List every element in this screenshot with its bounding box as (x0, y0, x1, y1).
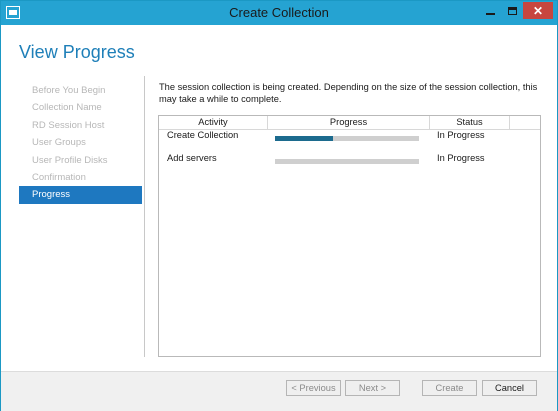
column-header-progress[interactable]: Progress (268, 116, 430, 129)
nav-item-confirmation[interactable]: Confirmation (19, 169, 142, 186)
content-divider (144, 76, 145, 357)
activity-cell: Add servers (167, 153, 217, 163)
wizard-nav: Before You Begin Collection Name RD Sess… (19, 82, 142, 204)
cancel-button[interactable]: Cancel (482, 380, 537, 396)
table-row[interactable]: Create Collection In Progress (159, 130, 540, 144)
status-cell: In Progress (437, 153, 485, 163)
maximize-icon (507, 6, 517, 15)
window-title: Create Collection (229, 5, 329, 20)
title-bar[interactable]: Create Collection ✕ (1, 1, 557, 25)
table-row[interactable]: Add servers In Progress (159, 153, 540, 167)
column-header-status[interactable]: Status (430, 116, 510, 129)
nav-item-rd-session-host[interactable]: RD Session Host (19, 117, 142, 134)
dialog-window: Create Collection ✕ View Progress Before… (0, 0, 558, 411)
page-title: View Progress (19, 42, 135, 62)
nav-item-user-groups[interactable]: User Groups (19, 134, 142, 151)
nav-item-collection-name[interactable]: Collection Name (19, 99, 142, 116)
progress-bar (275, 159, 419, 164)
minimize-button[interactable] (479, 2, 501, 19)
create-button[interactable]: Create (422, 380, 477, 396)
description-text: The session collection is being created.… (159, 82, 538, 104)
activity-cell: Create Collection (167, 130, 239, 140)
nav-item-before-you-begin[interactable]: Before You Begin (19, 82, 142, 99)
nav-item-progress[interactable]: Progress (19, 186, 142, 204)
button-bar: < Previous Next > Create Cancel (1, 371, 557, 411)
table-header: Activity Progress Status (159, 116, 540, 130)
progress-bar-fill (275, 136, 333, 141)
column-header-activity[interactable]: Activity (159, 116, 268, 129)
nav-item-user-profile-disks[interactable]: User Profile Disks (19, 152, 142, 169)
progress-table: Activity Progress Status Create Collecti… (158, 115, 541, 357)
progress-bar (275, 136, 419, 141)
maximize-button[interactable] (501, 2, 523, 19)
minimize-icon (485, 12, 495, 15)
next-button[interactable]: Next > (345, 380, 400, 396)
close-button[interactable]: ✕ (523, 2, 553, 19)
previous-button[interactable]: < Previous (286, 380, 341, 396)
close-icon: ✕ (532, 3, 544, 18)
status-cell: In Progress (437, 130, 485, 140)
